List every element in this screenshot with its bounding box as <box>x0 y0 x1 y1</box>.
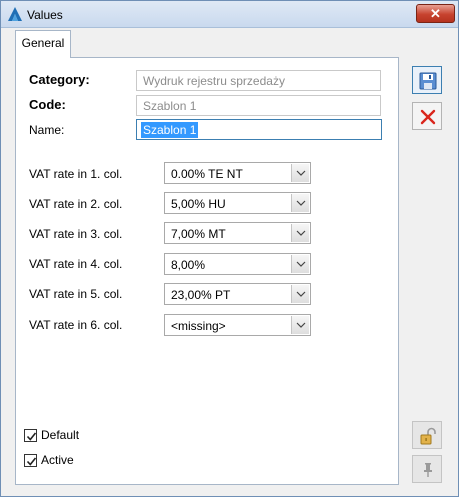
active-checkbox-label: Active <box>41 453 74 467</box>
name-input-selected-text: Szablon 1 <box>141 122 199 138</box>
vat-select-2-dropdown-button[interactable] <box>291 194 309 212</box>
app-logo-icon <box>8 7 22 21</box>
default-checkbox-label: Default <box>41 428 80 442</box>
vat-select-2-value: 5,00% HU <box>171 197 226 211</box>
vat-select-5-value: 23,00% PT <box>171 288 231 302</box>
checkmark-icon <box>26 457 37 466</box>
vat-label-6: VAT rate in 6. col. <box>29 318 123 332</box>
vat-select-4-value: 8,00% <box>171 258 206 272</box>
vat-select-2[interactable]: 5,00% HU <box>164 192 311 214</box>
vat-label-2: VAT rate in 2. col. <box>29 197 123 211</box>
window-title: Values <box>27 8 63 22</box>
chevron-down-icon <box>296 170 306 176</box>
pin-icon <box>424 463 432 477</box>
close-button[interactable]: ✕ <box>416 4 455 23</box>
vat-select-4-dropdown-button[interactable] <box>291 255 309 273</box>
chevron-down-icon <box>296 261 306 267</box>
active-checkbox[interactable] <box>24 454 37 467</box>
chevron-down-icon <box>296 322 306 328</box>
vat-select-6-dropdown-button[interactable] <box>291 316 309 334</box>
vat-label-3: VAT rate in 3. col. <box>29 227 123 241</box>
vat-select-3[interactable]: 7,00% MT <box>164 222 311 244</box>
name-label: Name: <box>29 123 65 137</box>
vat-select-5[interactable]: 23,00% PT <box>164 283 311 305</box>
values-window: Values ✕ General Category: Wydruk rejest… <box>0 0 459 497</box>
vat-select-6[interactable]: <missing> <box>164 314 311 336</box>
title-bar[interactable]: Values ✕ <box>1 1 458 28</box>
cancel-icon <box>420 109 436 125</box>
code-label: Code: <box>29 97 66 112</box>
name-input[interactable]: Szablon 1 <box>136 119 382 140</box>
chevron-down-icon <box>296 200 306 206</box>
vat-label-1: VAT rate in 1. col. <box>29 167 123 181</box>
chevron-down-icon <box>296 230 306 236</box>
category-label: Category: <box>29 72 90 87</box>
vat-select-1[interactable]: 0.00% TE NT <box>164 162 311 184</box>
vat-select-1-value: 0.00% TE NT <box>171 167 243 181</box>
vat-select-6-value: <missing> <box>171 319 226 333</box>
category-field: Wydruk rejestru sprzedaży <box>136 70 381 91</box>
unlock-icon <box>420 427 436 445</box>
tab-general[interactable]: General <box>15 30 71 58</box>
code-field: Szablon 1 <box>136 95 381 116</box>
pin-button[interactable] <box>412 455 442 483</box>
save-icon <box>419 72 437 90</box>
checkmark-icon <box>26 432 37 441</box>
vat-select-5-dropdown-button[interactable] <box>291 285 309 303</box>
vat-select-3-value: 7,00% MT <box>171 227 226 241</box>
vat-select-4[interactable]: 8,00% <box>164 253 311 275</box>
save-button[interactable] <box>412 66 442 94</box>
vat-select-1-dropdown-button[interactable] <box>291 164 309 182</box>
chevron-down-icon <box>296 291 306 297</box>
cancel-button[interactable] <box>412 102 442 130</box>
vat-label-5: VAT rate in 5. col. <box>29 287 123 301</box>
default-checkbox[interactable] <box>24 429 37 442</box>
unlock-button[interactable] <box>412 421 442 449</box>
vat-label-4: VAT rate in 4. col. <box>29 257 123 271</box>
vat-select-3-dropdown-button[interactable] <box>291 224 309 242</box>
